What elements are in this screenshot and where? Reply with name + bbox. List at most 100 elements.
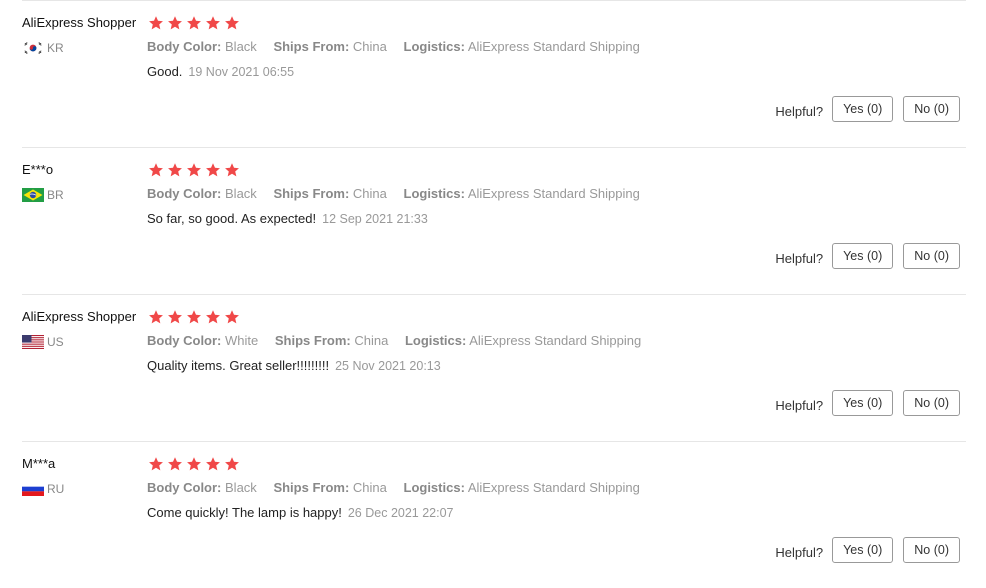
helpful-no-button[interactable]: No (0) xyxy=(903,390,960,416)
review-item: AliExpress Shopper US Body Color: White … xyxy=(22,294,966,441)
reviewer-country: BR xyxy=(22,187,64,203)
review-date: 19 Nov 2021 06:55 xyxy=(188,65,295,79)
attr-label: Body Color: xyxy=(147,39,222,54)
review-text: So far, so good. As expected! xyxy=(147,211,317,226)
reviewer-name: AliExpress Shopper xyxy=(22,309,137,324)
helpful-vote: Helpful? Yes (0) No (0) xyxy=(775,96,960,122)
review-text: Good. xyxy=(147,64,183,79)
product-attributes: Body Color: Black Ships From: China Logi… xyxy=(147,39,653,54)
attr-label: Logistics: xyxy=(403,186,465,201)
helpful-no-button[interactable]: No (0) xyxy=(903,243,960,269)
star-icon xyxy=(205,456,221,472)
star-icon xyxy=(186,162,202,178)
reviews-list: AliExpress Shopper KR Body Color: Black … xyxy=(0,0,986,588)
attr-label: Ships From: xyxy=(274,333,351,348)
review-content: So far, so good. As expected! 12 Sep 2021… xyxy=(147,211,428,226)
review-text: Quality items. Great seller!!!!!!!!! xyxy=(147,358,330,373)
attr-body-color: Body Color: Black xyxy=(147,186,257,201)
star-icon xyxy=(205,15,221,31)
attr-value: China xyxy=(352,186,387,201)
attr-value: Black xyxy=(225,186,257,201)
attr-logistics: Logistics: AliExpress Standard Shipping xyxy=(404,39,640,54)
star-rating xyxy=(148,309,243,325)
divider xyxy=(22,0,966,1)
attr-label: Logistics: xyxy=(404,333,467,348)
attr-ships-from: Ships From: China xyxy=(273,480,386,495)
review-content: Come quickly! The lamp is happy! 26 Dec 2… xyxy=(147,505,454,520)
star-icon xyxy=(186,456,202,472)
reviewer-name: M***a xyxy=(22,456,56,471)
helpful-label: Helpful? xyxy=(775,397,824,413)
attr-ships-from: Ships From: China xyxy=(275,333,388,348)
attr-body-color: Body Color: Black xyxy=(147,480,257,495)
attr-ships-from: Ships From: China xyxy=(273,39,386,54)
reviewer-name: E***o xyxy=(22,162,54,177)
star-icon xyxy=(148,456,164,472)
star-rating xyxy=(148,162,243,178)
attr-label: Body Color: xyxy=(147,480,222,495)
attr-label: Body Color: xyxy=(147,186,222,201)
star-rating xyxy=(148,456,243,472)
country-code: BR xyxy=(47,188,64,202)
attr-value: Black xyxy=(225,480,257,495)
star-icon xyxy=(224,15,240,31)
attr-label: Logistics: xyxy=(403,39,465,54)
helpful-yes-button[interactable]: Yes (0) xyxy=(832,537,894,563)
attr-logistics: Logistics: AliExpress Standard Shipping xyxy=(405,333,641,348)
helpful-vote: Helpful? Yes (0) No (0) xyxy=(775,390,960,416)
star-icon xyxy=(186,15,202,31)
star-icon xyxy=(205,162,221,178)
review-content: Quality items. Great seller!!!!!!!!! 25 N… xyxy=(147,358,441,373)
attr-value: AliExpress Standard Shipping xyxy=(467,39,640,54)
helpful-label: Helpful? xyxy=(775,250,824,266)
helpful-no-button[interactable]: No (0) xyxy=(903,96,960,122)
star-icon xyxy=(148,15,164,31)
attr-value: China xyxy=(354,333,389,348)
helpful-label: Helpful? xyxy=(775,544,824,560)
attr-logistics: Logistics: AliExpress Standard Shipping xyxy=(404,480,640,495)
helpful-yes-button[interactable]: Yes (0) xyxy=(832,96,894,122)
attr-value: Black xyxy=(225,39,257,54)
attr-body-color: Body Color: Black xyxy=(147,39,257,54)
review-item: M***a RU Body Color: Black Ships From: C… xyxy=(22,441,966,588)
country-code: RU xyxy=(47,482,65,496)
attr-value: AliExpress Standard Shipping xyxy=(469,333,642,348)
star-icon xyxy=(205,309,221,325)
attr-label: Logistics: xyxy=(403,480,465,495)
star-icon xyxy=(167,15,183,31)
review-item: AliExpress Shopper KR Body Color: Black … xyxy=(22,0,966,147)
br-flag-icon xyxy=(22,188,44,202)
helpful-yes-button[interactable]: Yes (0) xyxy=(832,390,894,416)
star-icon xyxy=(167,309,183,325)
attr-ships-from: Ships From: China xyxy=(273,186,386,201)
star-icon xyxy=(148,309,164,325)
review-date: 12 Sep 2021 21:33 xyxy=(322,212,428,226)
divider xyxy=(22,147,966,148)
attr-label: Body Color: xyxy=(147,333,222,348)
attr-value: White xyxy=(225,333,259,348)
ru-flag-icon xyxy=(22,482,44,496)
review-date: 26 Dec 2021 22:07 xyxy=(347,506,454,520)
country-code: US xyxy=(47,335,64,349)
star-icon xyxy=(148,162,164,178)
reviewer-country: RU xyxy=(22,481,64,497)
attr-logistics: Logistics: AliExpress Standard Shipping xyxy=(404,186,640,201)
star-icon xyxy=(167,162,183,178)
country-code: KR xyxy=(47,41,64,55)
divider xyxy=(22,441,966,442)
us-flag-icon xyxy=(22,335,44,349)
attr-label: Ships From: xyxy=(273,186,350,201)
review-item: E***o BR Body Color: Black Ships From: C… xyxy=(22,147,966,294)
helpful-no-button[interactable]: No (0) xyxy=(903,537,960,563)
attr-value: China xyxy=(352,39,387,54)
review-date: 25 Nov 2021 20:13 xyxy=(335,359,441,373)
star-icon xyxy=(224,309,240,325)
reviewer-country: KR xyxy=(22,40,64,56)
star-icon xyxy=(224,456,240,472)
divider xyxy=(22,294,966,295)
helpful-yes-button[interactable]: Yes (0) xyxy=(832,243,894,269)
product-attributes: Body Color: Black Ships From: China Logi… xyxy=(147,480,653,495)
star-rating xyxy=(148,15,243,31)
review-content: Good. 19 Nov 2021 06:55 xyxy=(147,64,294,79)
kr-flag-icon xyxy=(22,41,44,55)
